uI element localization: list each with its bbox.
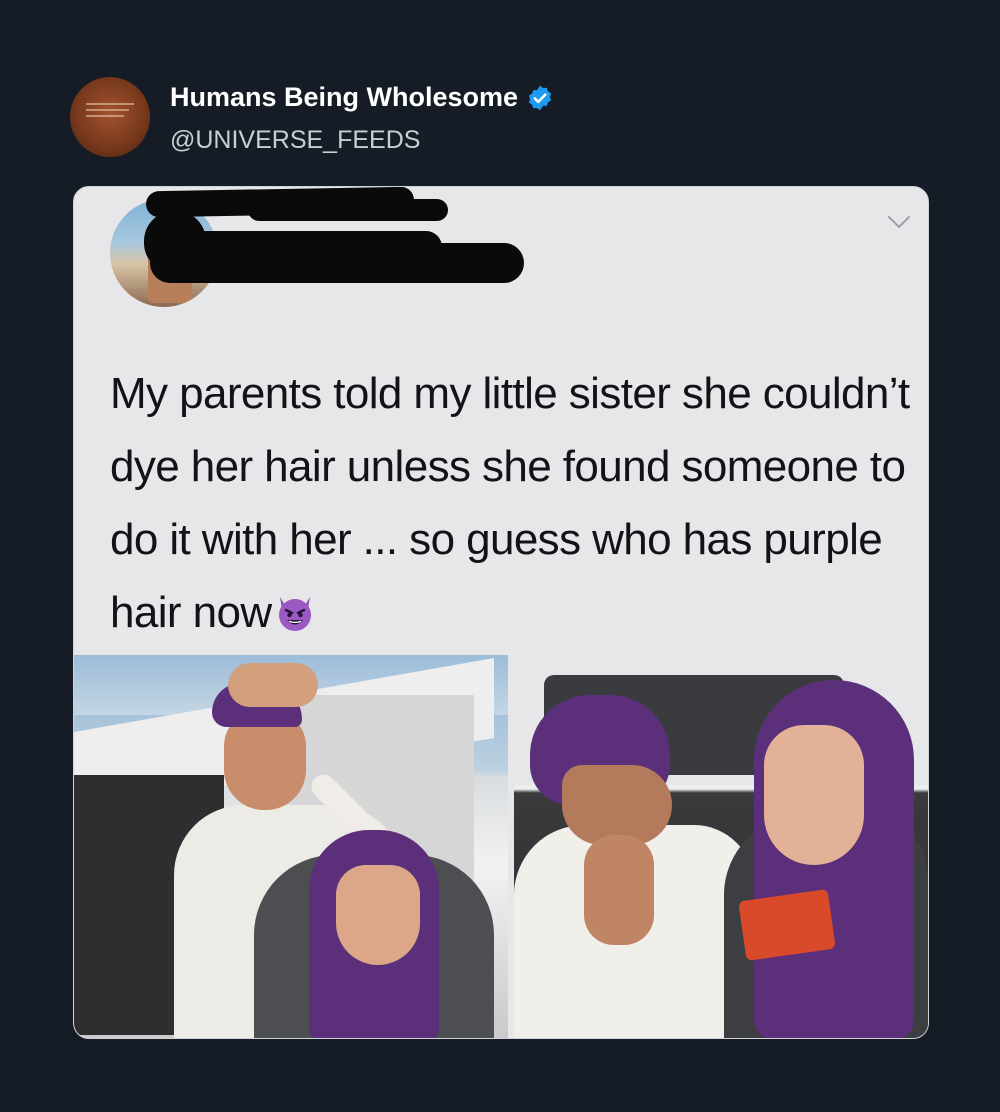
tweet-body: My parents told my little sister she cou… bbox=[110, 369, 910, 637]
redaction-mark bbox=[248, 199, 448, 221]
redaction-mark bbox=[150, 243, 524, 283]
smiling-devil-emoji-icon bbox=[278, 597, 311, 631]
display-name[interactable]: Humans Being Wholesome bbox=[170, 82, 518, 113]
embedded-tweet-text: My parents told my little sister she cou… bbox=[110, 357, 910, 649]
photo-left[interactable] bbox=[74, 655, 508, 1038]
verified-badge-icon bbox=[526, 84, 554, 112]
photo-right[interactable] bbox=[514, 655, 928, 1038]
account-handle[interactable]: @UNIVERSE_FEEDS bbox=[170, 126, 420, 155]
name-row: Humans Being Wholesome bbox=[170, 82, 554, 113]
profile-avatar[interactable] bbox=[70, 77, 150, 157]
embedded-tweet-card[interactable]: My parents told my little sister she cou… bbox=[73, 186, 929, 1039]
chevron-down-icon[interactable] bbox=[886, 213, 912, 231]
